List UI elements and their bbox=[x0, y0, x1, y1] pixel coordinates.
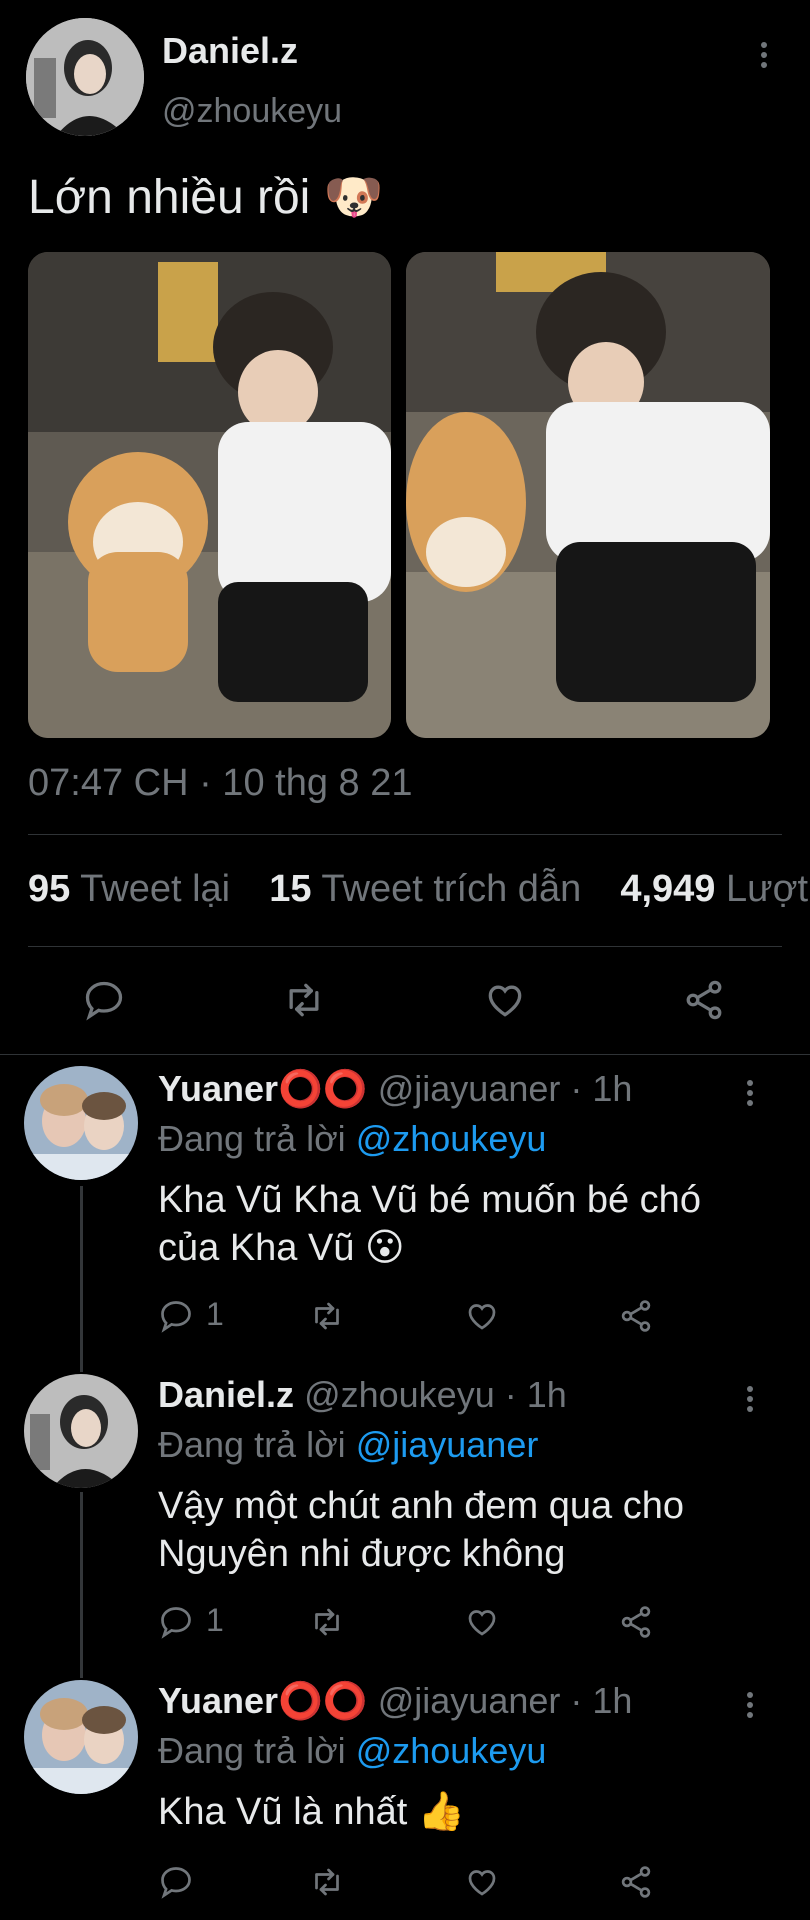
retweet-icon[interactable] bbox=[308, 1604, 346, 1640]
author-handle[interactable]: @zhoukeyu bbox=[162, 92, 342, 131]
share-icon[interactable] bbox=[618, 1298, 654, 1334]
reply-text: Kha Vũ là nhất 👍 bbox=[158, 1791, 466, 1833]
reply-actions: 1 bbox=[158, 1296, 678, 1336]
reply-avatar[interactable] bbox=[24, 1374, 138, 1488]
more-options-icon[interactable] bbox=[752, 38, 776, 82]
like-icon[interactable] bbox=[482, 978, 528, 1022]
reply-actions bbox=[158, 1862, 678, 1902]
retweet-icon[interactable] bbox=[280, 978, 328, 1022]
divider bbox=[28, 946, 782, 947]
reply-author-name[interactable]: Daniel.z bbox=[158, 1374, 294, 1415]
mention-link[interactable]: @jiayuaner bbox=[356, 1424, 539, 1465]
divider bbox=[28, 834, 782, 835]
reply-text: Vậy một chút anh đem qua cho Nguyên nhi … bbox=[158, 1485, 684, 1575]
divider bbox=[0, 1054, 810, 1055]
like-icon[interactable] bbox=[464, 1864, 500, 1900]
retweet-icon[interactable] bbox=[308, 1864, 346, 1900]
quotes-stat[interactable]: 15 Tweet trích dẫn bbox=[269, 868, 592, 910]
reply-icon[interactable] bbox=[158, 1864, 194, 1900]
author-name[interactable]: Daniel.z bbox=[162, 30, 298, 72]
reply-count: 1 bbox=[206, 1602, 224, 1638]
reply-header: Yuaner⭕⭕ @jiayuaner · 1h bbox=[158, 1680, 632, 1722]
reply-author-handle[interactable]: @zhoukeyu · 1h bbox=[304, 1374, 567, 1415]
replying-to: Đang trả lời @zhoukeyu bbox=[158, 1730, 547, 1771]
reply-avatar[interactable] bbox=[24, 1680, 138, 1794]
reply-avatar[interactable] bbox=[24, 1066, 138, 1180]
likes-stat[interactable]: 4,949 Lượt thích bbox=[620, 868, 810, 910]
tweet-text: Lớn nhiều rồi 🐶 bbox=[28, 171, 384, 224]
reply-header: Daniel.z @zhoukeyu · 1h bbox=[158, 1374, 567, 1416]
author-avatar[interactable] bbox=[26, 18, 144, 136]
reply-count: 1 bbox=[206, 1296, 224, 1332]
tweet-photo-1[interactable] bbox=[28, 252, 391, 738]
more-options-icon[interactable] bbox=[738, 1382, 762, 1426]
reply-header: Yuaner⭕⭕ @jiayuaner · 1h bbox=[158, 1068, 632, 1110]
replying-to: Đang trả lời @zhoukeyu bbox=[158, 1118, 547, 1159]
tweet-timestamp[interactable]: 07:47 CH · 10 thg 8 21 bbox=[28, 762, 412, 805]
share-icon[interactable] bbox=[618, 1604, 654, 1640]
reply-author-handle[interactable]: @jiayuaner · 1h bbox=[378, 1068, 633, 1109]
tweet-stats: 95 Tweet lại 15 Tweet trích dẫn 4,949 Lư… bbox=[28, 868, 810, 911]
thread-line bbox=[80, 1186, 83, 1372]
mention-link[interactable]: @zhoukeyu bbox=[356, 1730, 547, 1771]
replying-to: Đang trả lời @jiayuaner bbox=[158, 1424, 539, 1465]
like-icon[interactable] bbox=[464, 1604, 500, 1640]
thread-line bbox=[80, 1492, 83, 1678]
mention-link[interactable]: @zhoukeyu bbox=[356, 1118, 547, 1159]
tweet-photo-2[interactable] bbox=[406, 252, 770, 738]
reply-text: Kha Vũ Kha Vũ bé muốn bé chó của Kha Vũ … bbox=[158, 1179, 701, 1269]
reply-icon[interactable] bbox=[158, 1604, 194, 1640]
share-icon[interactable] bbox=[618, 1864, 654, 1900]
reply-icon[interactable] bbox=[82, 978, 126, 1022]
reply-icon[interactable] bbox=[158, 1298, 194, 1334]
like-icon[interactable] bbox=[464, 1298, 500, 1334]
more-options-icon[interactable] bbox=[738, 1688, 762, 1732]
reply-author-handle[interactable]: @jiayuaner · 1h bbox=[378, 1680, 633, 1721]
more-options-icon[interactable] bbox=[738, 1076, 762, 1120]
reply-author-name[interactable]: Yuaner⭕⭕ bbox=[158, 1068, 368, 1109]
reply-actions: 1 bbox=[158, 1602, 678, 1642]
reply-author-name[interactable]: Yuaner⭕⭕ bbox=[158, 1680, 368, 1721]
share-icon[interactable] bbox=[682, 978, 726, 1022]
retweet-icon[interactable] bbox=[308, 1298, 346, 1334]
retweets-stat[interactable]: 95 Tweet lại bbox=[28, 868, 241, 910]
